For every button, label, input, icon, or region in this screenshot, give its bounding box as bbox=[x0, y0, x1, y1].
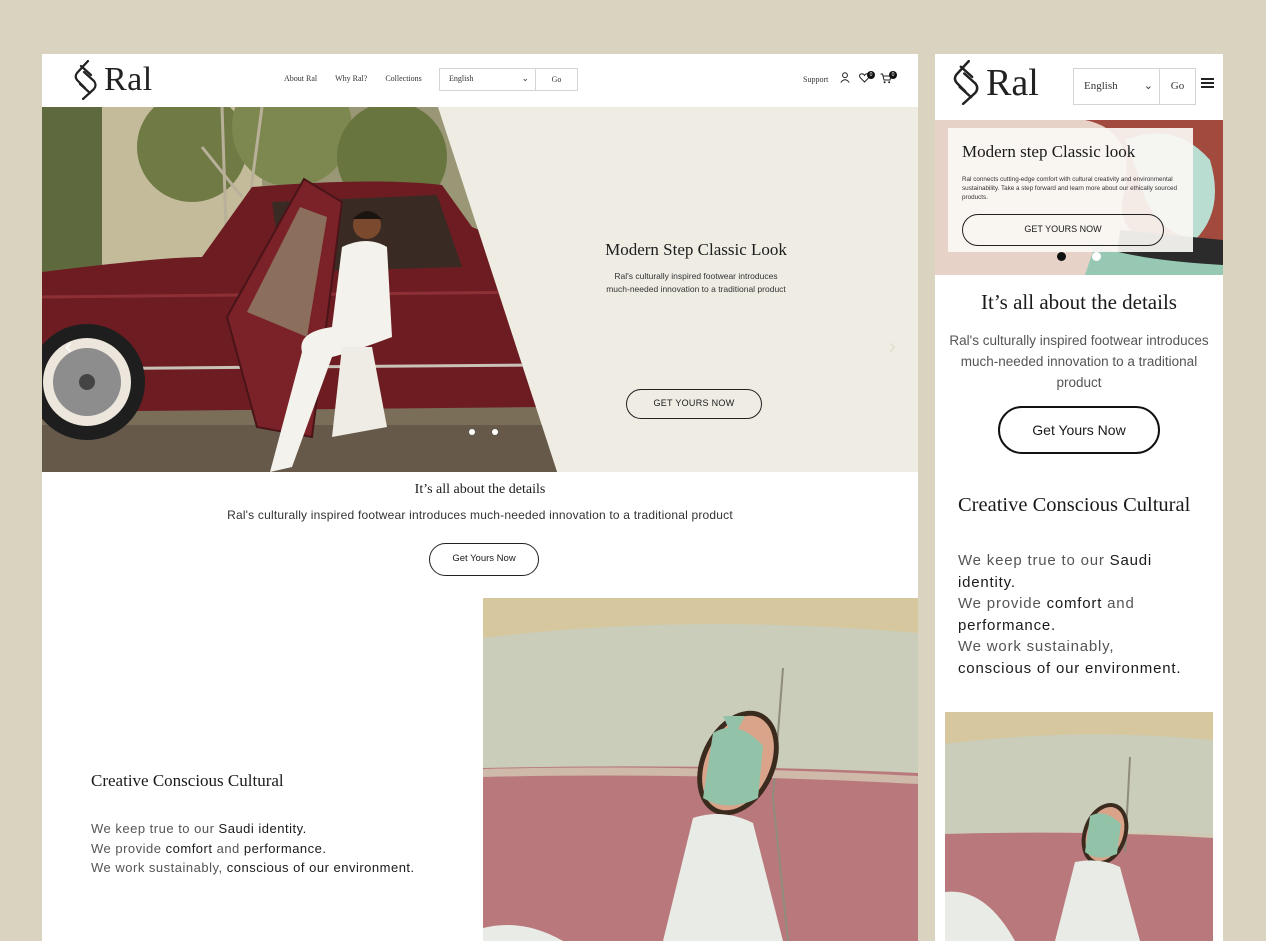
language-go-button[interactable]: Go bbox=[536, 68, 578, 91]
hamburger-menu-icon[interactable] bbox=[1201, 78, 1214, 88]
mobile-preview: Ral English ⌄ Go Modern step Classic loo… bbox=[935, 54, 1223, 941]
mobile-values-line-1b-emphasis: identity. bbox=[958, 573, 1016, 591]
values-line-2-emphasis-1: comfort bbox=[165, 840, 213, 856]
sandal-feet-image bbox=[483, 598, 918, 941]
mobile-language-selected: English bbox=[1084, 80, 1118, 92]
slide-dot-2[interactable] bbox=[492, 429, 498, 435]
details-title: It’s all about the details bbox=[414, 482, 546, 497]
mobile-values-line-3b: conscious of our environment. bbox=[958, 658, 1181, 680]
wishlist-count-badge: 0 bbox=[867, 71, 875, 79]
values-line-3-text: We work sustainably, bbox=[91, 860, 227, 875]
values-line-1-emphasis: Saudi identity. bbox=[218, 821, 307, 836]
mobile-values-title: Creative Conscious Cultural bbox=[958, 494, 1191, 516]
mobile-hero-title: Modern step Classic look bbox=[962, 142, 1136, 161]
mobile-details-cta-button[interactable]: Get Yours Now bbox=[998, 406, 1160, 454]
mobile-hero-card: Modern step Classic look Ral connects cu… bbox=[948, 128, 1193, 252]
desktop-header: Ral About Ral Why Ral? Collections Engli… bbox=[42, 54, 918, 107]
hero-cta-button[interactable]: GET YOURS NOW bbox=[626, 389, 762, 419]
values-text: We keep true to our Saudi identity. We p… bbox=[91, 819, 415, 878]
mobile-slide-dot-1[interactable] bbox=[1057, 252, 1066, 261]
mobile-values-line-3-text: We work sustainably, bbox=[958, 638, 1115, 655]
values-title: Creative Conscious Cultural bbox=[91, 771, 284, 790]
values-line-1: We keep true to our Saudi identity. bbox=[91, 819, 415, 839]
mobile-values-line-1-text: We keep true to our bbox=[958, 552, 1110, 569]
nav-collections[interactable]: Collections bbox=[385, 74, 421, 83]
hero-title: Modern Step Classic Look bbox=[605, 240, 787, 259]
mobile-values-text: We keep true to our Saudi identity. We p… bbox=[958, 550, 1181, 679]
values-line-2-text: We provide bbox=[91, 840, 166, 856]
brand-logo[interactable]: Ral bbox=[74, 60, 153, 100]
mobile-values-line-1b: identity. bbox=[958, 572, 1181, 594]
mobile-sandal-feet-image bbox=[945, 712, 1213, 941]
values-section: Creative Conscious Cultural We keep true… bbox=[91, 771, 415, 878]
ral-leaf-logo-icon bbox=[74, 60, 97, 100]
language-selected: English bbox=[449, 74, 474, 83]
mobile-values-line-1: We keep true to our Saudi bbox=[958, 550, 1181, 572]
mobile-values-line-2b: performance. bbox=[958, 615, 1181, 637]
mobile-values-line-3b-emphasis: conscious of our environment. bbox=[958, 659, 1182, 677]
support-link[interactable]: Support bbox=[803, 75, 828, 84]
mobile-slide-dot-2[interactable] bbox=[1092, 252, 1101, 261]
mobile-values-line-2b-emphasis: performance. bbox=[958, 616, 1056, 634]
mobile-details-subtitle: Ral's culturally inspired footwear intro… bbox=[949, 333, 1209, 390]
mobile-language-go-button[interactable]: Go bbox=[1159, 68, 1196, 105]
user-icon[interactable] bbox=[840, 72, 850, 83]
language-select[interactable]: English ⌄ bbox=[439, 68, 536, 91]
details-section: It’s all about the details Ral's cultura… bbox=[42, 482, 918, 576]
chevron-down-icon: ⌄ bbox=[1143, 80, 1153, 92]
mobile-values-line-2-mid: and bbox=[1102, 595, 1135, 612]
chevron-right-icon[interactable]: › bbox=[888, 335, 897, 360]
mobile-brand-logo[interactable]: Ral bbox=[953, 60, 1039, 105]
cart-count-badge: 0 bbox=[889, 71, 897, 79]
mobile-hero-slider: Modern step Classic look Ral connects cu… bbox=[935, 120, 1223, 275]
desktop-preview: Ral About Ral Why Ral? Collections Engli… bbox=[42, 54, 918, 941]
mobile-hero-cta-button[interactable]: GET YOURS NOW bbox=[962, 214, 1164, 246]
slide-dot-1[interactable] bbox=[469, 429, 475, 435]
hero-subtitle: Ral's culturally inspired footwear intro… bbox=[606, 271, 786, 294]
mobile-values-line-2: We provide comfort and bbox=[958, 593, 1181, 615]
brand-name: Ral bbox=[104, 61, 153, 98]
mobile-values-line-1-emphasis: Saudi bbox=[1109, 552, 1153, 569]
nav-why[interactable]: Why Ral? bbox=[335, 74, 367, 83]
nav-about[interactable]: About Ral bbox=[284, 74, 317, 83]
mobile-details-title: It’s all about the details bbox=[981, 290, 1177, 314]
details-subtitle: Ral's culturally inspired footwear intro… bbox=[227, 508, 733, 522]
chevron-left-icon[interactable]: ‹ bbox=[64, 335, 73, 360]
main-nav: About Ral Why Ral? Collections bbox=[284, 74, 422, 83]
ral-leaf-logo-icon bbox=[953, 60, 979, 105]
mobile-brand-name: Ral bbox=[986, 61, 1039, 104]
values-line-2-mid: and bbox=[212, 840, 244, 856]
details-cta-button[interactable]: Get Yours Now bbox=[429, 543, 539, 576]
values-line-3: We work sustainably, conscious of our en… bbox=[91, 858, 415, 878]
chevron-down-icon: ⌄ bbox=[521, 73, 529, 83]
mobile-language-select[interactable]: English ⌄ bbox=[1073, 68, 1160, 105]
values-line-1-text: We keep true to our bbox=[91, 821, 219, 836]
values-line-2-emphasis-2: performance. bbox=[243, 840, 327, 856]
mobile-values-line-2-text: We provide bbox=[958, 595, 1047, 612]
hero-copy: Modern Step Classic Look Ral's culturall… bbox=[586, 240, 806, 295]
values-line-2: We provide comfort and performance. bbox=[91, 839, 415, 859]
mobile-values-line-3: We work sustainably, bbox=[958, 636, 1181, 658]
values-line-3-emphasis: conscious of our environment. bbox=[226, 860, 415, 875]
hero-image-man-in-car bbox=[42, 107, 557, 472]
hero-slider: ‹ › Modern Step Classic Look Ral's cultu… bbox=[42, 107, 918, 472]
mobile-values-line-2-emphasis: comfort bbox=[1046, 595, 1103, 612]
mobile-hero-subtitle: Ral connects cutting-edge comfort with c… bbox=[962, 176, 1178, 201]
